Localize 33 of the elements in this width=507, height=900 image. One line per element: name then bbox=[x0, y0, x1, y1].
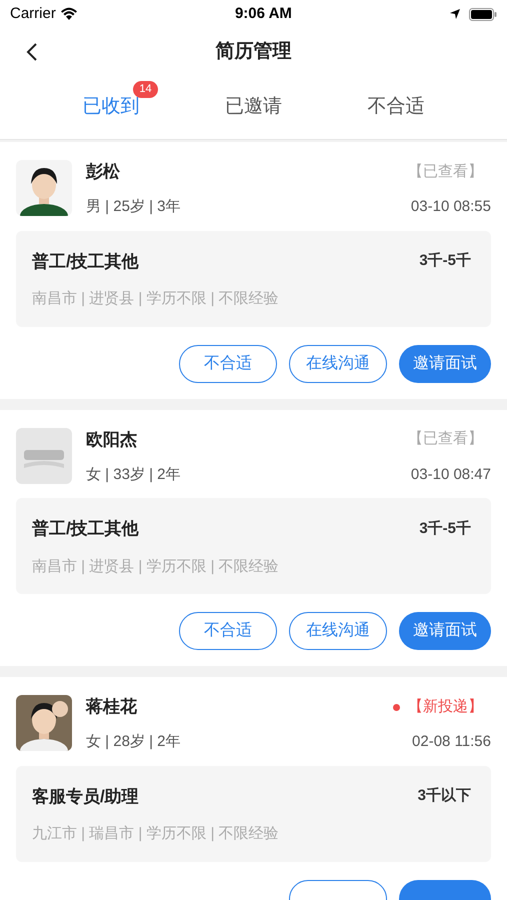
clock-time: 9:06 AM bbox=[234, 4, 292, 24]
action-button[interactable]: 在线沟通 bbox=[289, 612, 387, 650]
action-button[interactable]: 在线沟通 bbox=[289, 344, 387, 382]
salary-range: 3千以下 bbox=[418, 786, 471, 806]
action-button[interactable]: 不合适 bbox=[179, 344, 277, 382]
count-badge: 14 bbox=[133, 81, 158, 98]
tab[interactable]: 不合适 bbox=[367, 93, 424, 122]
candidate-name: 蒋桂花 bbox=[86, 696, 137, 718]
job-requirements: 南昌市 | 进贤县 | 学历不限 | 不限经验 bbox=[32, 289, 280, 309]
job-title: 普工/技工其他 bbox=[32, 518, 139, 540]
job-title: 客服专员/助理 bbox=[32, 786, 139, 808]
candidate-info: 女 | 33岁 | 2年 bbox=[86, 464, 180, 484]
status-label: 【新投递】 bbox=[408, 696, 483, 717]
submitted-time: 02-08 11:56 bbox=[412, 732, 491, 752]
page-title: 简历管理 bbox=[216, 40, 292, 64]
action-button[interactable]: 不合适 bbox=[179, 612, 277, 650]
job-requirements: 九江市 | 瑞昌市 | 学历不限 | 不限经验 bbox=[32, 824, 280, 844]
carrier-label: Carrier bbox=[10, 4, 56, 24]
job-title: 普工/技工其他 bbox=[32, 250, 139, 272]
action-button[interactable]: 邀请面试 bbox=[399, 612, 491, 650]
salary-range: 3千-5千 bbox=[419, 518, 471, 538]
salary-range: 3千-5千 bbox=[419, 251, 471, 271]
tab[interactable]: 已邀请 bbox=[224, 93, 282, 122]
action-button[interactable]: 邀请面试 bbox=[399, 344, 491, 382]
status-label: 【已查看】 bbox=[408, 162, 483, 182]
candidate-name: 彭松 bbox=[86, 161, 120, 184]
candidate-name: 欧阳杰 bbox=[86, 428, 137, 451]
candidate-info: 女 | 28岁 | 2年 bbox=[86, 732, 180, 752]
submitted-time: 03-10 08:47 bbox=[410, 464, 491, 484]
candidate-info: 男 | 25岁 | 3年 bbox=[86, 197, 180, 217]
status-label: 【已查看】 bbox=[408, 429, 483, 450]
submitted-time: 03-10 08:55 bbox=[410, 197, 491, 217]
job-requirements: 南昌市 | 进贤县 | 学历不限 | 不限经验 bbox=[32, 556, 280, 576]
